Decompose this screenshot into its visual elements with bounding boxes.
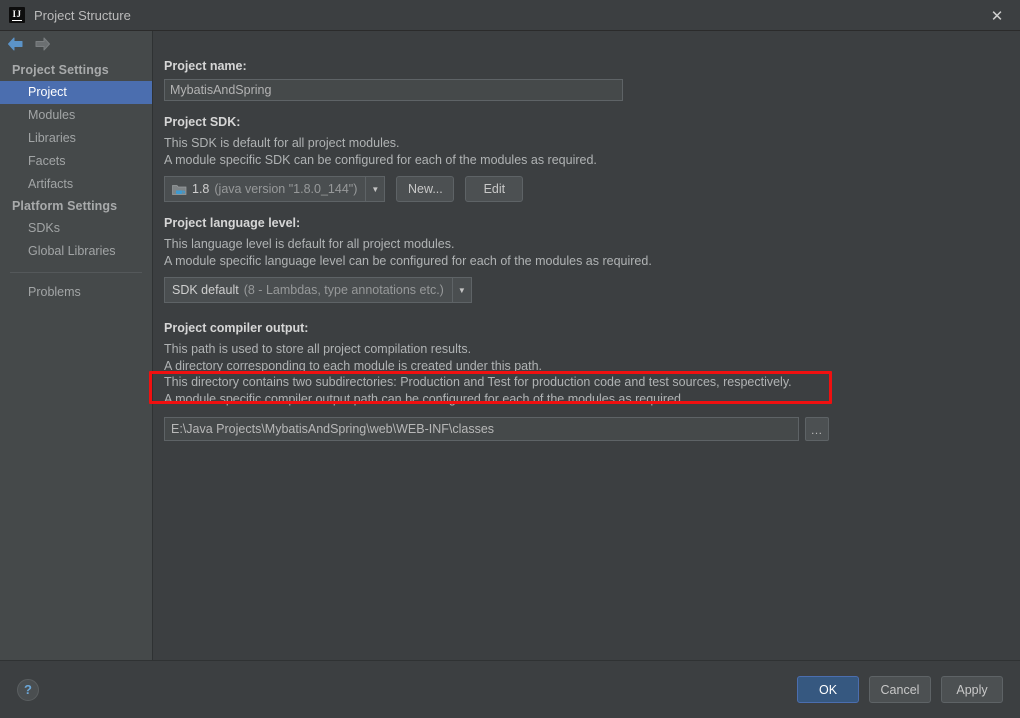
project-sdk-dropdown[interactable]: 1.8 (java version "1.8.0_144") ▼ — [164, 176, 386, 202]
language-level-controls: SDK default (8 - Lambdas, type annotatio… — [164, 277, 1020, 303]
intellij-idea-icon: IJ — [9, 7, 25, 23]
compiler-output-description-4: A module specific compiler output path c… — [164, 391, 685, 406]
project-sdk-label: Project SDK: — [164, 115, 241, 129]
arrow-right-icon — [35, 37, 50, 51]
project-structure-dialog: IJ Project Structure ✕ Project Settings … — [0, 0, 1020, 718]
close-icon[interactable]: ✕ — [974, 0, 1020, 31]
sidebar-item-problems[interactable]: Problems — [0, 281, 152, 304]
java-sdk-folder-icon — [172, 183, 187, 196]
chevron-down-icon[interactable]: ▼ — [451, 278, 471, 302]
project-sdk-section: Project SDK: This SDK is default for all… — [164, 115, 1020, 202]
title-bar: IJ Project Structure ✕ — [0, 0, 1020, 31]
project-sdk-description-2: A module specific SDK can be configured … — [164, 152, 597, 167]
settings-sidebar: Project Settings Project Modules Librari… — [0, 31, 153, 660]
language-level-dropdown-value: SDK default (8 - Lambdas, type annotatio… — [165, 278, 452, 302]
compiler-output-section: Project compiler output: This path is us… — [164, 321, 1020, 441]
sidebar-group-project-settings: Project Settings — [12, 63, 109, 77]
window-title: Project Structure — [34, 7, 131, 23]
language-level-detail: (8 - Lambdas, type annotations etc.) — [243, 283, 444, 297]
new-sdk-button[interactable]: New... — [396, 176, 455, 202]
chevron-down-icon[interactable]: ▼ — [365, 177, 384, 201]
language-level-section: Project language level: This language le… — [164, 216, 1020, 303]
project-sdk-controls: 1.8 (java version "1.8.0_144") ▼ New... … — [164, 176, 1020, 202]
edit-sdk-button[interactable]: Edit — [465, 176, 524, 202]
compiler-output-description-2: A directory corresponding to each module… — [164, 358, 542, 373]
compiler-output-description-3: This directory contains two subdirectori… — [164, 375, 792, 389]
project-name-input[interactable]: MybatisAndSpring — [164, 79, 623, 101]
language-level-description-1: This language level is default for all p… — [164, 237, 455, 251]
navigation-arrows — [0, 31, 152, 57]
project-settings-panel: Project name: MybatisAndSpring Project S… — [149, 31, 1020, 660]
project-sdk-version-detail: (java version "1.8.0_144") — [214, 182, 358, 196]
sidebar-list: Project Settings Project Modules Librari… — [0, 57, 152, 304]
cancel-button[interactable]: Cancel — [869, 676, 931, 703]
sidebar-item-project[interactable]: Project — [0, 81, 152, 104]
project-sdk-version: 1.8 — [192, 182, 210, 196]
compiler-output-path-row: E:\Java Projects\MybatisAndSpring\web\WE… — [164, 417, 829, 441]
project-name-label: Project name: — [164, 59, 247, 73]
project-sdk-description-1: This SDK is default for all project modu… — [164, 136, 400, 150]
footer-button-group: OK Cancel Apply — [797, 676, 1003, 703]
compiler-output-label: Project compiler output: — [164, 321, 309, 335]
sidebar-divider — [10, 272, 142, 273]
compiler-output-path-input[interactable]: E:\Java Projects\MybatisAndSpring\web\WE… — [164, 417, 799, 441]
dialog-footer: ? OK Cancel Apply — [0, 660, 1020, 718]
ok-button[interactable]: OK — [797, 676, 859, 703]
sidebar-group-platform-settings: Platform Settings — [12, 199, 118, 213]
language-level-dropdown[interactable]: SDK default (8 - Lambdas, type annotatio… — [164, 277, 472, 303]
arrow-left-icon[interactable] — [7, 37, 24, 51]
apply-button[interactable]: Apply — [941, 676, 1003, 703]
sidebar-item-libraries[interactable]: Libraries — [0, 127, 152, 150]
sidebar-item-global-libraries[interactable]: Global Libraries — [0, 240, 152, 263]
help-icon[interactable]: ? — [17, 678, 39, 701]
browse-folder-button[interactable]: … — [805, 417, 829, 441]
project-name-section: Project name: MybatisAndSpring — [164, 59, 1020, 101]
compiler-output-description-1: This path is used to store all project c… — [164, 342, 472, 356]
sidebar-item-modules[interactable]: Modules — [0, 104, 152, 127]
sidebar-item-artifacts[interactable]: Artifacts — [0, 173, 152, 196]
dialog-body: Project Settings Project Modules Librari… — [0, 31, 1020, 660]
language-level-primary: SDK default — [172, 283, 239, 297]
language-level-label: Project language level: — [164, 216, 301, 230]
language-level-description-2: A module specific language level can be … — [164, 253, 652, 268]
project-sdk-dropdown-value: 1.8 (java version "1.8.0_144") — [165, 177, 365, 201]
sidebar-item-sdks[interactable]: SDKs — [0, 217, 152, 240]
sidebar-item-facets[interactable]: Facets — [0, 150, 152, 173]
